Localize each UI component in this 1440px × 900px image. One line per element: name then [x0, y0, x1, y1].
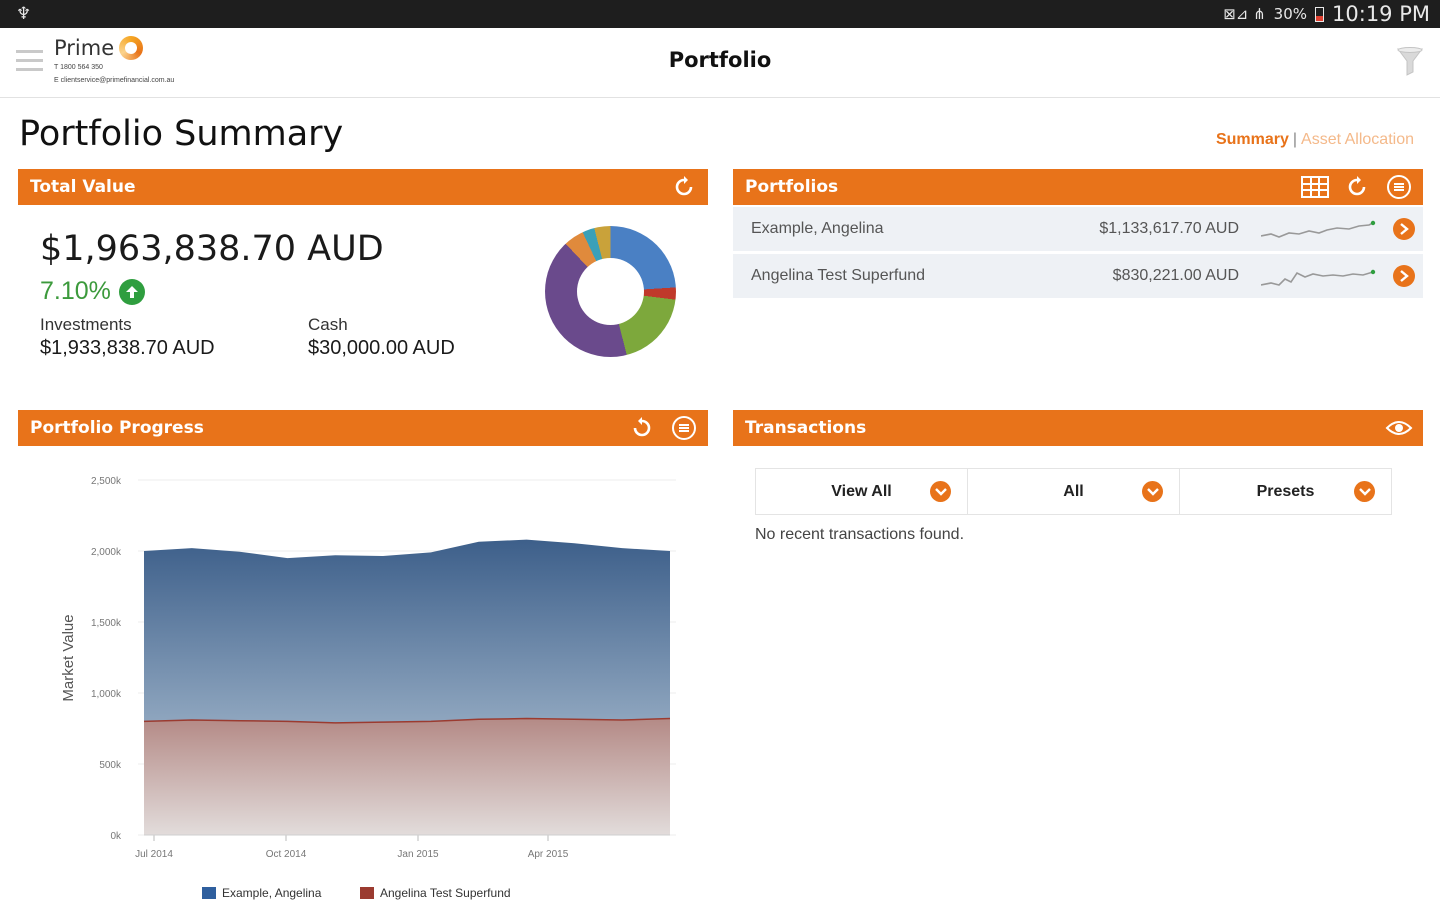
dropdown-label: Presets	[1256, 482, 1315, 500]
asset-allocation-link[interactable]: Asset Allocation	[1301, 131, 1414, 148]
market-value-chart: 0k 500k 1,000k 1,500k 2,000k 2,500k Jul 2014 Oc…	[60, 476, 676, 860]
y-axis-label: Market Value	[60, 614, 77, 701]
chevron-down-icon	[930, 481, 951, 502]
link-separator: |	[1292, 131, 1298, 148]
signal-icons: ⊠⊿ ⋔	[1223, 5, 1266, 23]
portfolios-panel: Portfolios Example, Angelina $1,133,617.…	[733, 169, 1423, 309]
sparkline	[1261, 220, 1376, 238]
legend-label: Example, Angelina	[222, 886, 322, 900]
portfolio-name: Example, Angelina	[751, 220, 884, 237]
list-options-icon[interactable]	[1385, 173, 1413, 201]
chevron-right-icon[interactable]	[1393, 218, 1415, 240]
y-tick-label: 1,000k	[91, 689, 122, 700]
legend-label: Angelina Test Superfund	[380, 886, 511, 900]
portfolio-name: Angelina Test Superfund	[751, 267, 926, 284]
portfolio-row[interactable]: Example, Angelina $1,133,617.70 AUD	[733, 207, 1423, 251]
x-tick-label: Jul 2014	[135, 849, 173, 860]
y-tick-label: 500k	[99, 760, 122, 771]
battery-percent: 30%	[1273, 5, 1308, 23]
portfolio-row[interactable]: Angelina Test Superfund $830,221.00 AUD	[733, 254, 1423, 298]
grid-icon[interactable]	[1301, 173, 1329, 201]
legend-swatch	[202, 887, 216, 899]
type-dropdown[interactable]: All	[968, 469, 1180, 514]
portfolios-header: Portfolios	[733, 169, 1423, 205]
status-icons: ⊠⊿ ⋔ 30% 10:19 PM	[1223, 2, 1430, 26]
portfolios-title: Portfolios	[745, 177, 839, 197]
portfolio-amount: $1,133,617.70 AUD	[1099, 220, 1239, 237]
empty-transactions-message: No recent transactions found.	[755, 526, 965, 543]
transactions-panel: Transactions View All All Presets No rec…	[733, 410, 1423, 610]
x-tick-label: Apr 2015	[528, 849, 569, 860]
chevron-down-icon	[1142, 481, 1163, 502]
view-all-dropdown[interactable]: View All	[756, 469, 968, 514]
dropdown-label: All	[1063, 482, 1084, 500]
eye-icon[interactable]	[1385, 414, 1413, 442]
filter-icon[interactable]	[1396, 46, 1424, 81]
area-series-superfund	[144, 718, 670, 835]
chevron-down-icon	[1354, 481, 1375, 502]
legend-swatch	[360, 887, 374, 899]
chevron-right-icon[interactable]	[1393, 265, 1415, 287]
portfolio-amount: $830,221.00 AUD	[1112, 267, 1239, 284]
area-series-example-angelina	[144, 539, 670, 723]
view-switcher: Summary | Asset Allocation	[1216, 131, 1414, 149]
refresh-icon[interactable]	[1343, 173, 1371, 201]
sparkline	[1261, 269, 1376, 286]
y-tick-label: 1,500k	[91, 618, 122, 629]
y-tick-label: 0k	[110, 831, 122, 842]
transactions-title: Transactions	[745, 418, 867, 438]
transactions-header: Transactions	[733, 410, 1423, 446]
transaction-filters: View All All Presets	[755, 468, 1392, 515]
y-tick-label: 2,000k	[91, 547, 122, 558]
legend-item[interactable]: Example, Angelina	[202, 886, 321, 900]
clock: 10:19 PM	[1332, 2, 1430, 26]
y-tick-label: 2,500k	[91, 476, 122, 487]
dropdown-label: View All	[831, 482, 892, 500]
x-tick-label: Jan 2015	[397, 849, 439, 860]
presets-dropdown[interactable]: Presets	[1180, 469, 1391, 514]
legend-item[interactable]: Angelina Test Superfund	[360, 886, 511, 900]
battery-icon	[1315, 6, 1325, 22]
x-tick-label: Oct 2014	[266, 849, 307, 860]
summary-link[interactable]: Summary	[1216, 131, 1289, 148]
